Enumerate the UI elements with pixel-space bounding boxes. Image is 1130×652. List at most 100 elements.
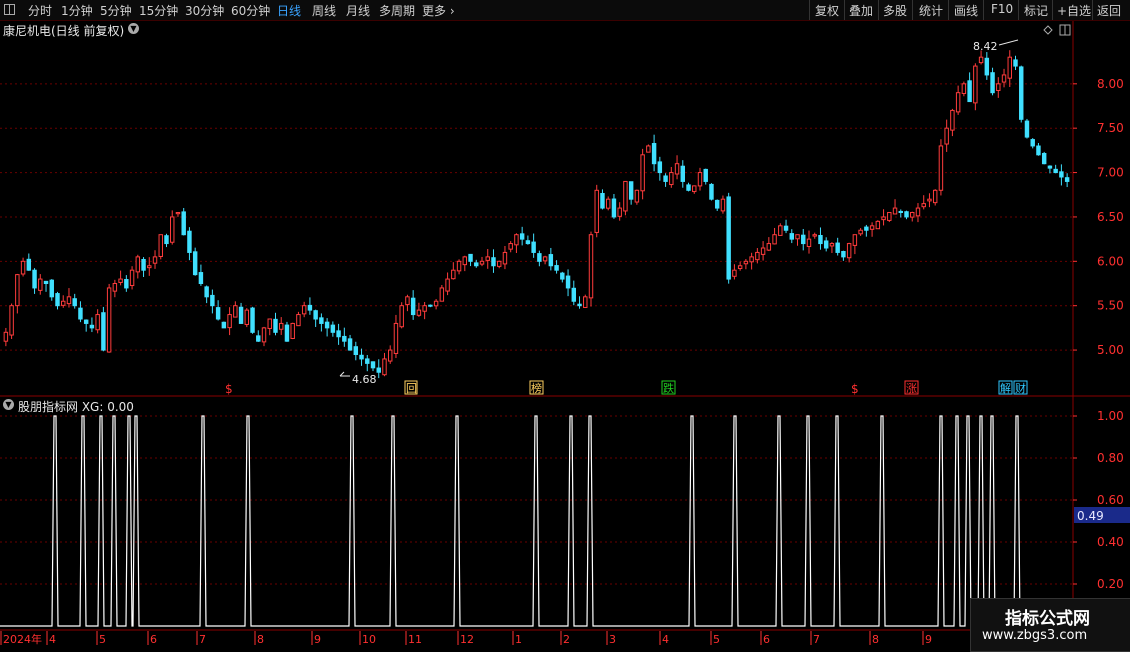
candle-body [49, 279, 54, 298]
candle-body [663, 175, 668, 182]
xg-signal-line [0, 415, 1070, 627]
candle-body [238, 306, 244, 324]
candle-body [158, 234, 163, 257]
price-tick-label: 7.00 [1097, 166, 1124, 180]
candle-body [680, 165, 686, 182]
candle-body [525, 240, 531, 245]
candle-body [709, 183, 714, 200]
price-tick-label: 6.50 [1097, 210, 1124, 224]
candle-body [623, 180, 628, 212]
candle-body [135, 256, 141, 273]
candle-body [600, 192, 605, 209]
candle-body [720, 198, 726, 212]
candle-body [456, 260, 462, 272]
candle-body [875, 220, 881, 230]
date-tick-label: 4 [662, 633, 669, 646]
candle-body [387, 349, 393, 362]
chart-canvas: 8.00 7.50 7.00 6.50 6.00 5.50 5.00 8.42 4.68 $… [0, 21, 1130, 650]
candle-body [118, 278, 123, 283]
candle-body [261, 327, 267, 343]
candle-body [858, 229, 863, 235]
price-tick-label: 8.00 [1097, 77, 1124, 91]
candle-body [583, 296, 588, 308]
candle-body [1059, 171, 1064, 178]
candle-body [204, 286, 209, 298]
candle-body [347, 338, 353, 351]
candle-body [634, 189, 640, 203]
candle-body [112, 283, 118, 292]
candle-body [938, 145, 944, 191]
candle-body [996, 83, 1001, 91]
candle-body [921, 203, 926, 208]
candle-body [881, 216, 886, 221]
candle-body [646, 145, 651, 153]
candle-body [783, 225, 789, 231]
candle-body [267, 318, 272, 329]
current-value-label: 0.49 [1077, 509, 1104, 523]
date-tick-label: 8 [872, 633, 879, 646]
event-marker-jie: 解 [1000, 381, 1011, 395]
candle-body [829, 243, 835, 247]
candle-body [640, 154, 645, 192]
event-marker-zhang: 涨 [906, 382, 917, 395]
price-tick-label: 7.50 [1097, 121, 1124, 135]
candle-body [89, 324, 95, 329]
candle-body [1036, 145, 1041, 156]
date-tick-label: 2024年 [3, 632, 42, 646]
candle-body [531, 241, 536, 253]
candle-body [410, 297, 416, 316]
candle-body [737, 265, 743, 269]
low-annotation: 4.68 [339, 371, 377, 386]
high-label: 8.42 [973, 40, 998, 53]
candle-body [697, 172, 703, 187]
candle-body [932, 189, 938, 204]
candle-body [978, 56, 984, 64]
date-tick-label: 10 [362, 633, 376, 646]
candle-body [353, 346, 359, 355]
event-marker-bang: 榜 [531, 381, 542, 395]
candle-body [617, 207, 622, 217]
indicator-axis: 1.00 0.80 0.60 0.40 0.20 [1073, 409, 1124, 591]
date-tick-label: 9 [314, 633, 321, 646]
candle-body [256, 335, 261, 342]
candle-body [491, 257, 496, 267]
diamond-icon[interactable] [1043, 25, 1053, 35]
candle-body [657, 161, 663, 174]
indicator-tick-label: 0.60 [1097, 493, 1124, 507]
candle-body [1030, 139, 1035, 147]
candle-body [605, 198, 611, 209]
date-tick-label: 9 [925, 633, 932, 646]
date-tick-label: 5 [99, 633, 106, 646]
current-value-badge: 0.49 [1074, 507, 1130, 523]
date-tick-label: 7 [199, 633, 206, 646]
candle-body [944, 127, 949, 145]
high-annotation: 8.42 [973, 39, 1019, 53]
candle-body [106, 287, 112, 353]
candle-body [749, 256, 754, 263]
candle-body [233, 305, 238, 318]
candle-body [370, 361, 376, 369]
chevron-down-icon[interactable]: ▼ [3, 399, 14, 410]
candle-body [428, 304, 433, 307]
candle-body [365, 358, 370, 364]
candle-body [519, 233, 525, 240]
candle-body [714, 199, 720, 209]
candle-body [221, 321, 227, 329]
watermark-line1: 指标公式网 [1005, 609, 1090, 629]
candle-body [1001, 74, 1007, 83]
candle-body [927, 198, 932, 202]
candle-body [795, 234, 800, 240]
candle-body [950, 109, 955, 131]
candle-body [433, 300, 439, 307]
candle-body [760, 247, 766, 255]
candle-body [898, 210, 903, 213]
candle-body [955, 92, 961, 113]
candle-body [496, 260, 502, 267]
candle-body [961, 83, 967, 94]
candle-body [990, 72, 995, 94]
candle-body [250, 307, 255, 333]
candle-body [187, 230, 192, 253]
candle-body [296, 314, 301, 327]
candle-body [772, 234, 777, 245]
candle-body [273, 318, 278, 333]
